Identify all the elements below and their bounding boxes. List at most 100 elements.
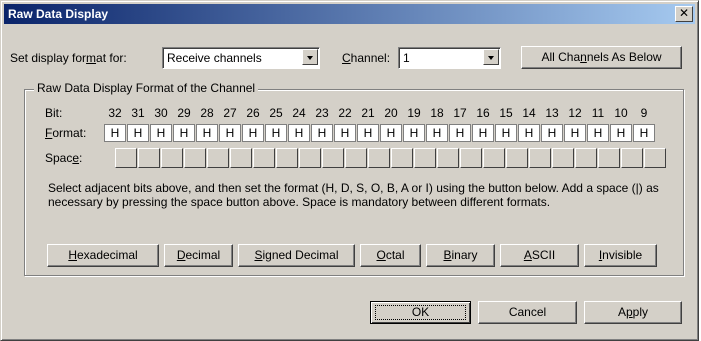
display-format-select[interactable]: Receive channels xyxy=(162,47,320,69)
bit-number: 20 xyxy=(384,106,398,120)
format-cell[interactable]: H xyxy=(449,124,471,142)
bit-number: 9 xyxy=(640,106,648,120)
space-toggle-button[interactable] xyxy=(437,148,459,168)
bit-number: 25 xyxy=(269,106,283,120)
format-cell[interactable]: H xyxy=(403,124,425,142)
bit-number: 13 xyxy=(545,106,559,120)
group-title: Raw Data Display Format of the Channel xyxy=(34,81,259,95)
bit-number: 31 xyxy=(131,106,145,120)
close-icon: ✕ xyxy=(678,6,690,20)
bit-number: 14 xyxy=(522,106,536,120)
apply-button[interactable]: Apply xyxy=(584,301,682,324)
format-cell[interactable]: H xyxy=(242,124,264,142)
format-cell[interactable]: H xyxy=(173,124,195,142)
format-cell[interactable]: H xyxy=(311,124,333,142)
bit-number: 30 xyxy=(154,106,168,120)
close-button[interactable]: ✕ xyxy=(675,6,693,22)
format-button-d[interactable]: Decimal xyxy=(164,244,233,267)
format-cell[interactable]: H xyxy=(127,124,149,142)
space-toggle-button[interactable] xyxy=(391,148,413,168)
format-cell[interactable]: H xyxy=(288,124,310,142)
bit-number: 16 xyxy=(476,106,490,120)
space-toggle-button[interactable] xyxy=(529,148,551,168)
space-toggle-button[interactable] xyxy=(483,148,505,168)
format-cell[interactable]: H xyxy=(518,124,540,142)
space-toggle-button[interactable] xyxy=(506,148,528,168)
format-cell[interactable]: H xyxy=(541,124,563,142)
format-cell[interactable]: H xyxy=(426,124,448,142)
all-channels-as-below-button[interactable]: All Channels As Below xyxy=(521,46,682,69)
space-toggle-button[interactable] xyxy=(161,148,183,168)
space-toggle-button[interactable] xyxy=(575,148,597,168)
display-format-label: Set display format for: xyxy=(10,51,127,65)
space-row-label: Space: xyxy=(45,151,83,165)
space-toggle-button[interactable] xyxy=(345,148,367,168)
format-button-a[interactable]: ASCII xyxy=(500,244,579,267)
space-toggle-button[interactable] xyxy=(460,148,482,168)
format-cell[interactable]: H xyxy=(265,124,287,142)
space-toggle-button[interactable] xyxy=(552,148,574,168)
bit-number: 24 xyxy=(292,106,306,120)
space-toggle-button[interactable] xyxy=(230,148,252,168)
format-cell[interactable]: H xyxy=(564,124,586,142)
channel-value: 1 xyxy=(403,51,410,65)
bit-number: 28 xyxy=(200,106,214,120)
space-toggle-button[interactable] xyxy=(299,148,321,168)
title-bar: Raw Data Display ✕ xyxy=(4,4,695,24)
format-button-o[interactable]: Octal xyxy=(360,244,421,267)
format-cell[interactable]: H xyxy=(472,124,494,142)
format-button-i[interactable]: Invisible xyxy=(584,244,657,267)
instructions-text: Select adjacent bits above, and then set… xyxy=(48,181,659,209)
bit-number: 22 xyxy=(338,106,352,120)
format-cell[interactable]: H xyxy=(380,124,402,142)
format-button-s[interactable]: Signed Decimal xyxy=(238,244,355,267)
space-toggle-button[interactable] xyxy=(276,148,298,168)
format-cell[interactable]: H xyxy=(150,124,172,142)
channel-label: Channel: xyxy=(342,51,391,65)
format-cell[interactable]: H xyxy=(334,124,356,142)
bit-number: 15 xyxy=(499,106,513,120)
channel-select[interactable]: 1 xyxy=(398,47,501,69)
format-cell[interactable]: H xyxy=(219,124,241,142)
space-toggle-button[interactable] xyxy=(368,148,390,168)
format-cell[interactable]: H xyxy=(104,124,126,142)
chevron-down-icon[interactable] xyxy=(483,49,499,65)
format-cell[interactable]: H xyxy=(587,124,609,142)
space-toggle-button[interactable] xyxy=(621,148,643,168)
space-toggle-button[interactable] xyxy=(253,148,275,168)
bit-row-label: Bit: xyxy=(45,106,63,120)
space-toggle-button[interactable] xyxy=(414,148,436,168)
bit-number: 11 xyxy=(591,106,605,120)
format-cell[interactable]: H xyxy=(196,124,218,142)
bit-number: 18 xyxy=(430,106,444,120)
bit-number: 17 xyxy=(453,106,467,120)
format-cell[interactable]: H xyxy=(633,124,655,142)
format-button-h[interactable]: Hexadecimal xyxy=(47,244,159,267)
bit-number: 21 xyxy=(361,106,375,120)
space-toggle-button[interactable] xyxy=(115,148,137,168)
bit-number: 19 xyxy=(407,106,421,120)
format-cell[interactable]: H xyxy=(357,124,379,142)
space-toggle-button[interactable] xyxy=(598,148,620,168)
space-toggle-button[interactable] xyxy=(207,148,229,168)
space-toggle-button[interactable] xyxy=(184,148,206,168)
bit-number: 26 xyxy=(246,106,260,120)
space-toggle-button[interactable] xyxy=(322,148,344,168)
bit-number: 23 xyxy=(315,106,329,120)
space-toggle-button[interactable] xyxy=(138,148,160,168)
display-format-value: Receive channels xyxy=(167,51,262,65)
dialog-title: Raw Data Display xyxy=(8,7,109,21)
format-cell[interactable]: H xyxy=(495,124,517,142)
bit-number: 10 xyxy=(614,106,628,120)
bit-number: 12 xyxy=(568,106,582,120)
format-row-label: Format: xyxy=(45,126,87,140)
bit-number: 29 xyxy=(177,106,191,120)
raw-data-display-dialog: Raw Data Display ✕ Set display format fo… xyxy=(0,0,699,341)
format-button-b[interactable]: Binary xyxy=(426,244,495,267)
space-toggle-button[interactable] xyxy=(644,148,666,168)
bit-number: 32 xyxy=(108,106,122,120)
chevron-down-icon[interactable] xyxy=(302,49,318,65)
format-cell[interactable]: H xyxy=(610,124,632,142)
cancel-button[interactable]: Cancel xyxy=(478,301,577,324)
ok-button[interactable]: OK xyxy=(370,301,471,324)
